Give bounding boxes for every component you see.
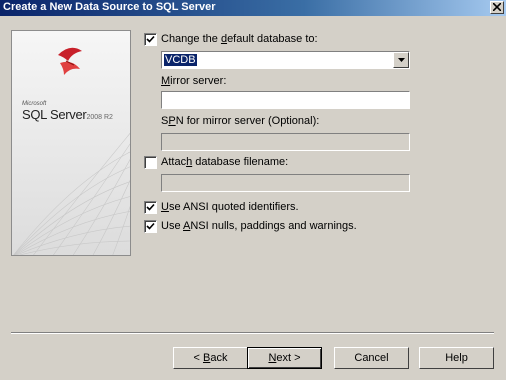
spn-mirror-label: SPN for mirror server (Optional): [161, 115, 320, 127]
brand-product: SQL Server2008 R2 [22, 107, 113, 122]
title-bar: Create a New Data Source to SQL Server [0, 0, 506, 16]
close-icon [493, 3, 501, 11]
change-default-db-checkbox[interactable] [144, 33, 157, 46]
separator-highlight [11, 333, 494, 334]
chevron-down-icon [398, 58, 405, 62]
dropdown-button[interactable] [393, 52, 409, 68]
attach-db-checkbox[interactable] [144, 156, 157, 169]
spn-mirror-input[interactable] [162, 134, 409, 150]
attach-db-label: Attach database filename: [161, 156, 289, 168]
brand-version: 2008 R2 [86, 114, 113, 121]
change-default-db-label: Change the default database to: [161, 33, 318, 45]
default-database-value: VCDB [163, 53, 198, 67]
checkmark-icon [146, 203, 155, 211]
ansi-quoted-label: Use ANSI quoted identifiers. [161, 201, 299, 213]
help-button[interactable]: Help [419, 347, 494, 369]
attach-db-filename-input[interactable] [162, 175, 409, 191]
cancel-button[interactable]: Cancel [334, 347, 409, 369]
checkmark-icon [146, 222, 155, 230]
ansi-nulls-checkbox[interactable] [144, 220, 157, 233]
brand-product-name: SQL Server [22, 107, 87, 122]
sql-server-logo-icon [58, 47, 82, 75]
next-button[interactable]: Next > [247, 347, 322, 369]
window-title: Create a New Data Source to SQL Server [3, 1, 216, 13]
attach-db-filename-field[interactable] [161, 174, 410, 192]
mirror-server-input[interactable] [162, 92, 409, 108]
back-button[interactable]: < Back [173, 347, 248, 369]
spn-mirror-field[interactable] [161, 133, 410, 151]
ansi-quoted-checkbox[interactable] [144, 201, 157, 214]
mirror-server-field[interactable] [161, 91, 410, 109]
mirror-server-label: Mirror server: [161, 75, 227, 87]
checkmark-icon [146, 35, 155, 43]
ansi-nulls-label: Use ANSI nulls, paddings and warnings. [161, 220, 357, 232]
close-button[interactable] [490, 1, 504, 14]
sql-server-logo-panel: Microsoft SQL Server2008 R2 [11, 30, 131, 256]
default-database-select[interactable]: VCDB [161, 51, 410, 69]
